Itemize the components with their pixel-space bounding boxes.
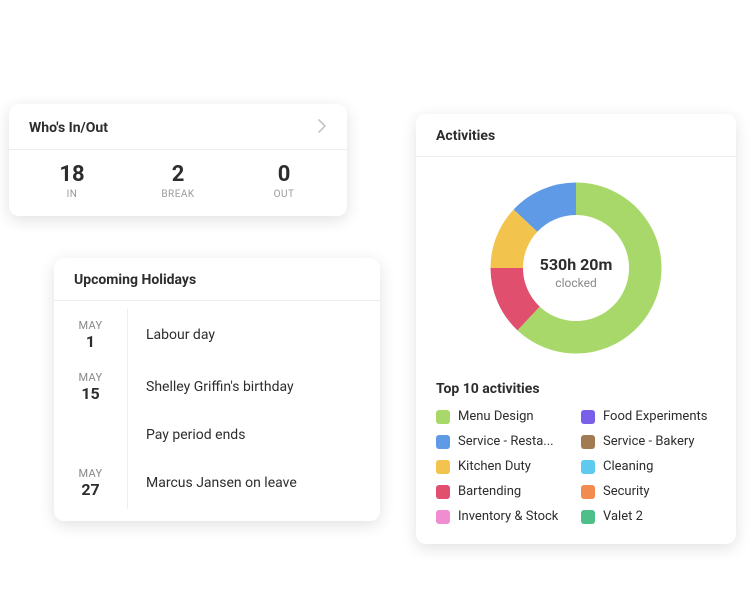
activities-donut-chart: 530h 20m clocked xyxy=(436,167,716,381)
holiday-day: 1 xyxy=(86,332,95,351)
legend-swatch xyxy=(436,485,450,499)
stat-value: 18 xyxy=(19,162,125,187)
legend-item: Food Experiments xyxy=(581,409,716,424)
activities-title: Activities xyxy=(436,128,495,144)
whos-in-out-card: Who's In/Out 18 IN 2 BREAK 0 OUT xyxy=(9,104,347,216)
holiday-date xyxy=(54,413,128,457)
legend-swatch xyxy=(581,485,595,499)
legend-swatch xyxy=(581,460,595,474)
holiday-date: MAY 1 xyxy=(54,309,128,361)
legend-label: Valet 2 xyxy=(603,509,643,524)
holiday-row: Pay period ends xyxy=(54,413,380,457)
legend-label: Kitchen Duty xyxy=(458,459,531,474)
stat-break: 2 BREAK xyxy=(125,162,231,200)
holiday-row: MAY 1 Labour day xyxy=(54,309,380,361)
stat-value: 0 xyxy=(231,162,337,187)
holiday-row: MAY 27 Marcus Jansen on leave xyxy=(54,457,380,509)
donut-center-value: 530h 20m xyxy=(540,255,613,274)
legend-item: Cleaning xyxy=(581,459,716,474)
legend-swatch xyxy=(436,460,450,474)
holiday-month: MAY xyxy=(79,467,103,480)
holiday-day: 27 xyxy=(81,480,99,499)
legend-label: Bartending xyxy=(458,484,521,499)
activities-card: Activities 530h 20m clocked Top 10 activ… xyxy=(416,114,736,544)
holiday-event: Marcus Jansen on leave xyxy=(128,457,380,509)
legend-label: Cleaning xyxy=(603,459,653,474)
legend-label: Service - Resta... xyxy=(458,434,554,449)
legend-label: Food Experiments xyxy=(603,409,707,424)
holiday-month: MAY xyxy=(79,319,103,332)
legend-item: Service - Resta... xyxy=(436,434,571,449)
stat-in: 18 IN xyxy=(19,162,125,200)
holiday-row: MAY 15 Shelley Griffin's birthday xyxy=(54,361,380,413)
legend-label: Inventory & Stock xyxy=(458,509,558,524)
holiday-day: 15 xyxy=(81,384,99,403)
legend-swatch xyxy=(436,410,450,424)
stat-out: 0 OUT xyxy=(231,162,337,200)
chevron-right-icon xyxy=(317,118,327,137)
upcoming-holidays-title: Upcoming Holidays xyxy=(74,272,196,288)
holiday-event: Labour day xyxy=(128,309,380,361)
stat-label: IN xyxy=(19,189,125,200)
legend-label: Service - Bakery xyxy=(603,434,695,449)
legend-item: Inventory & Stock xyxy=(436,509,571,524)
legend-item: Bartending xyxy=(436,484,571,499)
legend-item: Security xyxy=(581,484,716,499)
legend-item: Valet 2 xyxy=(581,509,716,524)
legend-grid: Menu Design Food Experiments Service - R… xyxy=(436,409,716,524)
legend-swatch xyxy=(436,435,450,449)
legend-swatch xyxy=(436,510,450,524)
legend-label: Menu Design xyxy=(458,409,534,424)
whos-in-out-header[interactable]: Who's In/Out xyxy=(9,104,347,150)
activities-header: Activities xyxy=(416,114,736,157)
holiday-date: MAY 27 xyxy=(54,457,128,509)
holiday-event: Shelley Griffin's birthday xyxy=(128,361,380,413)
donut-center-sub: clocked xyxy=(540,276,613,290)
top-activities-title: Top 10 activities xyxy=(436,381,716,397)
upcoming-holidays-card: Upcoming Holidays MAY 1 Labour day MAY 1… xyxy=(54,258,380,521)
stat-label: BREAK xyxy=(125,189,231,200)
legend-item: Menu Design xyxy=(436,409,571,424)
whos-in-out-title: Who's In/Out xyxy=(29,120,108,136)
stats-row: 18 IN 2 BREAK 0 OUT xyxy=(9,150,347,216)
holiday-month: MAY xyxy=(79,371,103,384)
legend-swatch xyxy=(581,510,595,524)
stat-label: OUT xyxy=(231,189,337,200)
legend-item: Service - Bakery xyxy=(581,434,716,449)
legend-label: Security xyxy=(603,484,650,499)
legend-item: Kitchen Duty xyxy=(436,459,571,474)
donut-center: 530h 20m clocked xyxy=(540,255,613,290)
upcoming-holidays-header: Upcoming Holidays xyxy=(54,258,380,301)
activities-body: 530h 20m clocked Top 10 activities Menu … xyxy=(416,157,736,544)
holiday-event: Pay period ends xyxy=(128,413,380,457)
holidays-body: MAY 1 Labour day MAY 15 Shelley Griffin'… xyxy=(54,301,380,521)
holiday-date: MAY 15 xyxy=(54,361,128,413)
legend-swatch xyxy=(581,410,595,424)
stat-value: 2 xyxy=(125,162,231,187)
legend-swatch xyxy=(581,435,595,449)
